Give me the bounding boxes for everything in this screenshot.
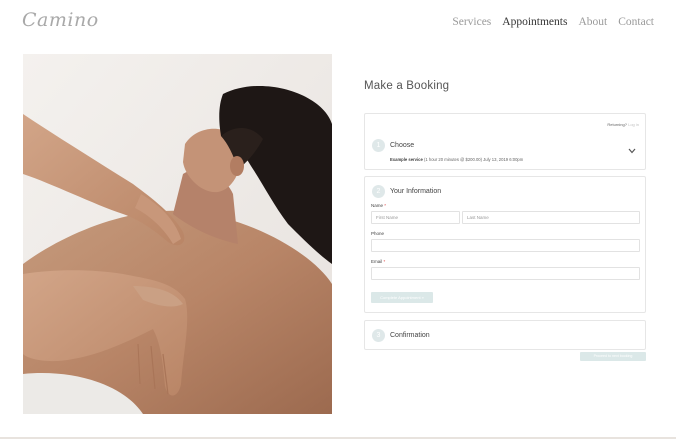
required-mark: * — [383, 259, 386, 264]
main-nav: Services Appointments About Contact — [452, 16, 654, 28]
email-field[interactable] — [371, 267, 640, 280]
returning-login: Returning? Log in — [607, 122, 639, 127]
complete-appointment-button[interactable]: Complete Appointment » — [371, 292, 433, 303]
phone-label: Phone — [371, 231, 385, 236]
step-number-2: 2 — [372, 185, 385, 198]
hero-photo — [23, 54, 332, 414]
email-label-text: Email — [371, 259, 383, 264]
step-info-card: 2 Your Information Name * First Name Las… — [364, 176, 646, 313]
proceed-next-booking-button[interactable]: Proceed to next booking — [580, 352, 646, 361]
nav-item-contact[interactable]: Contact — [618, 16, 654, 28]
brand-logo[interactable]: Camino — [22, 9, 99, 31]
first-name-field[interactable]: First Name — [371, 211, 460, 224]
step-title-info: Your Information — [390, 188, 442, 195]
nav-item-services[interactable]: Services — [452, 16, 491, 28]
step-title-choose: Choose — [390, 142, 415, 149]
name-label: Name * — [371, 203, 386, 208]
returning-label: Returning? — [607, 122, 627, 127]
step-choose-card[interactable]: Returning? Log in 1 Choose Example servi… — [364, 113, 646, 170]
selected-service-summary: Example service (1 hour 20 minutes @ $20… — [390, 157, 523, 162]
summary-service: Example service — [390, 157, 423, 162]
summary-detail: (1 hour 20 minutes @ $200.00) July 13, 2… — [424, 157, 524, 162]
step-number-1: 1 — [372, 139, 385, 152]
chevron-down-icon[interactable] — [628, 148, 636, 154]
login-link[interactable]: Log in — [628, 122, 639, 127]
step-title-confirmation: Confirmation — [390, 332, 430, 339]
step-number-3: 3 — [372, 329, 385, 342]
email-label: Email * — [371, 259, 385, 264]
phone-field[interactable] — [371, 239, 640, 252]
booking-title: Make a Booking — [364, 80, 450, 92]
nav-item-appointments[interactable]: Appointments — [502, 16, 567, 28]
step-confirmation-card: 3 Confirmation — [364, 320, 646, 350]
required-mark: * — [384, 203, 387, 208]
last-name-field[interactable]: Last Name — [462, 211, 640, 224]
nav-item-about[interactable]: About — [578, 16, 607, 28]
name-label-text: Name — [371, 203, 384, 208]
